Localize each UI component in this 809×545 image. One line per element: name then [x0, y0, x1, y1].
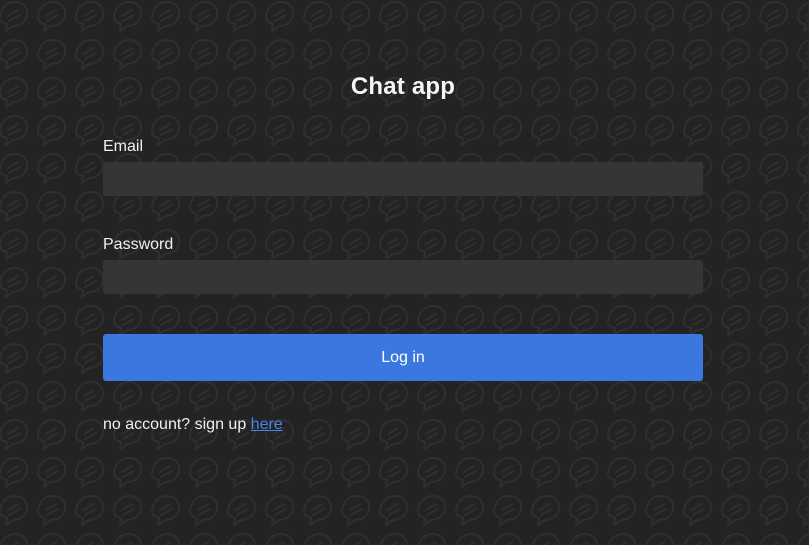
signup-prompt-text: no account? sign up [103, 416, 251, 433]
email-label: Email [103, 138, 144, 155]
signup-link[interactable]: here [251, 416, 283, 433]
email-input[interactable] [103, 162, 703, 196]
password-input[interactable] [103, 260, 703, 294]
login-button[interactable]: Log in [103, 334, 703, 381]
app-title: Chat app [350, 73, 456, 100]
password-label: Password [103, 236, 174, 253]
signup-prompt: no account? sign up here [103, 416, 283, 434]
